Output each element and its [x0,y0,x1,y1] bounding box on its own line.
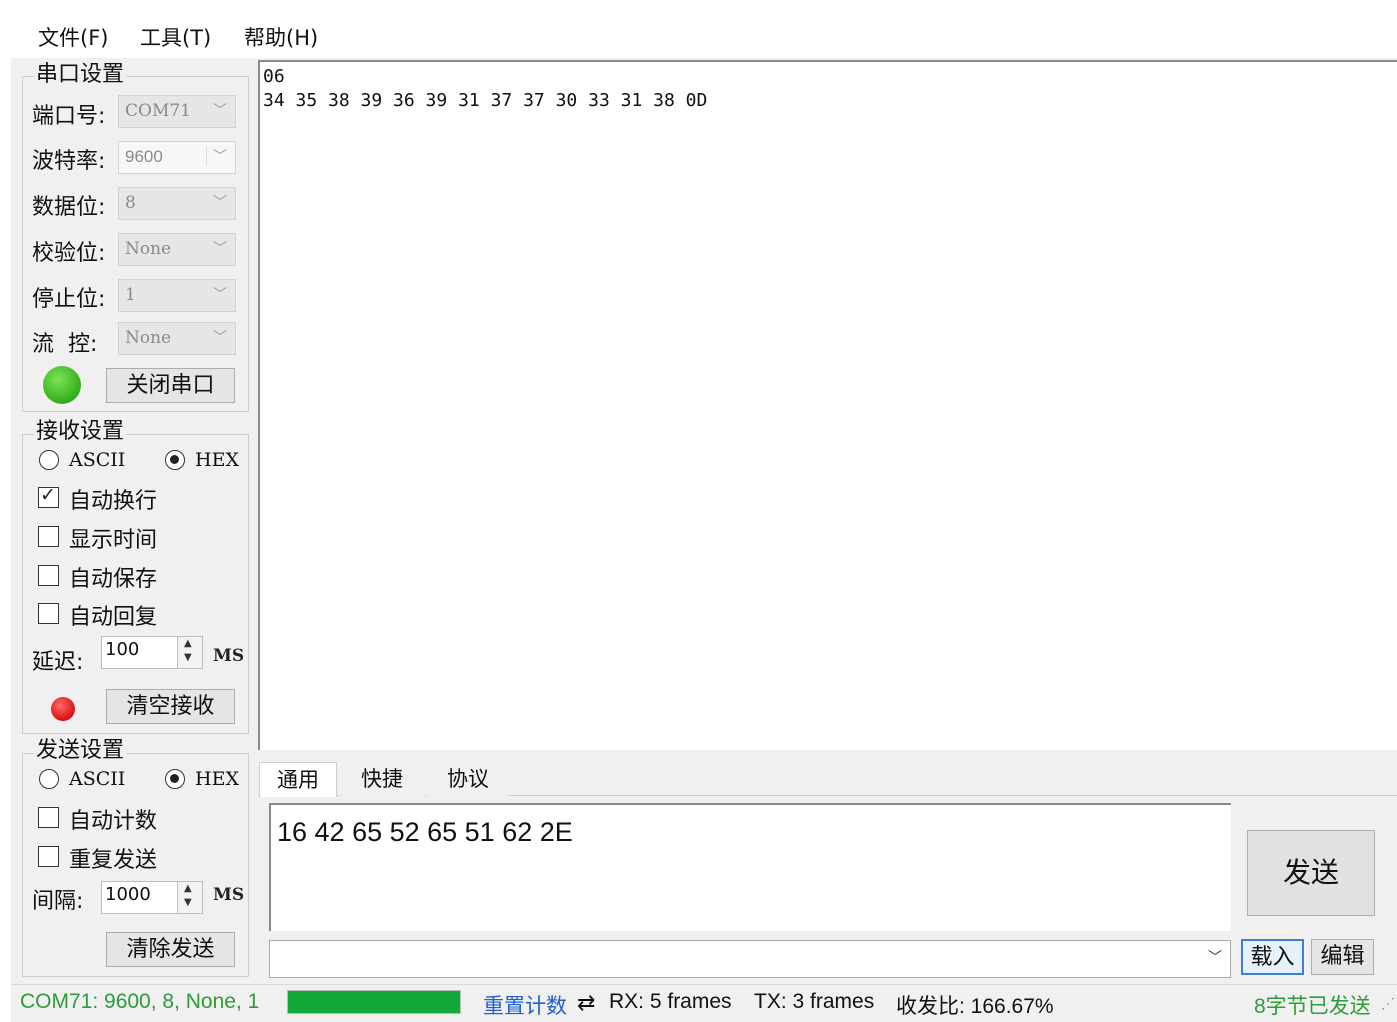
port-label: 端口号: [32,104,106,129]
menu-file[interactable]: 文件(F) [38,22,108,52]
data-bits-label: 数据位: [32,195,106,220]
recv-hex-radio[interactable] [165,450,185,470]
serial-settings-title: 串口设置 [34,62,127,88]
repeat-send-checkbox[interactable] [38,846,59,867]
delay-value: 100 [105,639,140,660]
auto-save-label: 自动保存 [69,567,158,592]
auto-reply-checkbox[interactable] [38,603,59,624]
parity-value: None [125,239,172,259]
chevron-down-icon: ﹀ [213,287,227,303]
recv-ascii-label: ASCII [69,449,126,471]
send-hex-radio[interactable] [165,769,185,789]
flow-label: 流 控: [32,332,98,357]
load-button[interactable]: 载入 [1241,939,1304,975]
show-time-label: 显示时间 [69,528,158,553]
auto-wrap-label: 自动换行 [69,489,158,514]
close-port-button[interactable]: 关闭串口 [106,368,235,403]
tx-count: TX: 3 frames [754,990,875,1013]
delay-unit: MS [213,646,245,666]
send-text-value: 16 42 65 52 65 51 62 2E [277,817,573,847]
stop-bits-value: 1 [125,285,136,305]
auto-reply-label: 自动回复 [69,605,158,630]
parity-select[interactable]: None ﹀ [118,233,236,266]
refresh-icon[interactable]: ⇄ [577,990,595,1016]
ratio-text: 收发比: 166.67% [896,995,1054,1018]
tab-protocol[interactable]: 协议 [427,762,509,796]
repeat-send-label: 重复发送 [69,848,158,873]
receive-line: 34 35 38 39 36 39 31 37 37 30 33 31 38 0… [263,90,708,111]
receive-line: 06 [263,66,285,87]
stop-bits-select[interactable]: 1 ﹀ [118,279,236,312]
interval-unit: MS [213,885,245,905]
recv-hex-label: HEX [195,449,239,471]
auto-count-label: 自动计数 [69,809,158,834]
send-history-combo[interactable]: ﹀ [269,940,1231,978]
receive-indicator-led [51,697,75,721]
chevron-down-icon: ﹀ [213,241,227,257]
resize-grip-icon[interactable]: ⋰ [1381,995,1395,1012]
baud-label: 波特率: [32,149,106,174]
port-value: COM71 [125,101,191,121]
stop-bits-label: 停止位: [32,287,106,312]
send-settings-title: 发送设置 [34,738,127,764]
flow-select[interactable]: None ﹀ [118,322,236,355]
send-hex-label: HEX [195,768,239,790]
send-ascii-label: ASCII [69,768,126,790]
send-textarea[interactable]: 16 42 65 52 65 51 62 2E [269,803,1231,931]
clear-receive-button[interactable]: 清空接收 [106,689,235,724]
port-status-led [43,366,81,404]
auto-wrap-checkbox[interactable]: ✓ [38,484,59,508]
interval-value: 1000 [105,884,151,905]
check-icon: ✓ [40,484,56,506]
menu-help[interactable]: 帮助(H) [244,22,318,52]
bytes-sent-info: 8字节已发送 [1254,995,1371,1018]
reset-count-link[interactable]: 重置计数 [483,990,567,1020]
send-button[interactable]: 发送 [1247,830,1375,916]
spin-arrows-icon[interactable]: ▲ ▼ [177,882,202,913]
chevron-down-icon: ﹀ [206,146,227,166]
port-select[interactable]: COM71 ﹀ [118,95,236,128]
recv-ascii-radio[interactable] [39,450,59,470]
flow-value: None [125,328,172,348]
interval-spinbox[interactable]: 1000 ▲ ▼ [101,881,203,914]
tab-shortcut[interactable]: 快捷 [339,762,425,796]
tab-general[interactable]: 通用 [259,762,337,797]
parity-label: 校验位: [32,241,106,266]
menu-tools[interactable]: 工具(T) [140,22,211,52]
receive-textarea[interactable]: 06 34 35 38 39 36 39 31 37 37 30 33 31 3… [258,60,1397,750]
rx-count: RX: 5 frames [609,990,732,1013]
show-time-checkbox[interactable] [38,526,59,547]
auto-save-checkbox[interactable] [38,565,59,586]
status-bar: COM71: 9600, 8, None, 1 重置计数 ⇄ RX: 5 fra… [11,984,1397,1022]
port-info: COM71: 9600, 8, None, 1 [20,990,260,1013]
delay-spinbox[interactable]: 100 ▲ ▼ [101,636,203,669]
auto-count-checkbox[interactable] [38,807,59,828]
edit-button[interactable]: 编辑 [1311,939,1374,975]
interval-label: 间隔: [32,889,84,914]
baud-value: 9600 [125,147,163,166]
chevron-down-icon: ﹀ [213,330,227,346]
chevron-down-icon: ﹀ [213,103,227,119]
data-bits-value: 8 [125,193,136,213]
clear-send-button[interactable]: 清除发送 [106,932,235,967]
baud-select[interactable]: 9600 ﹀ [118,141,236,174]
spin-arrows-icon[interactable]: ▲ ▼ [177,637,202,668]
progress-fill [288,991,460,1013]
chevron-down-icon: ﹀ [1208,950,1222,966]
send-ascii-radio[interactable] [39,769,59,789]
receive-settings-title: 接收设置 [34,419,127,445]
progress-bar [287,990,461,1014]
delay-label: 延迟: [32,650,84,675]
chevron-down-icon: ﹀ [213,195,227,211]
data-bits-select[interactable]: 8 ﹀ [118,187,236,220]
